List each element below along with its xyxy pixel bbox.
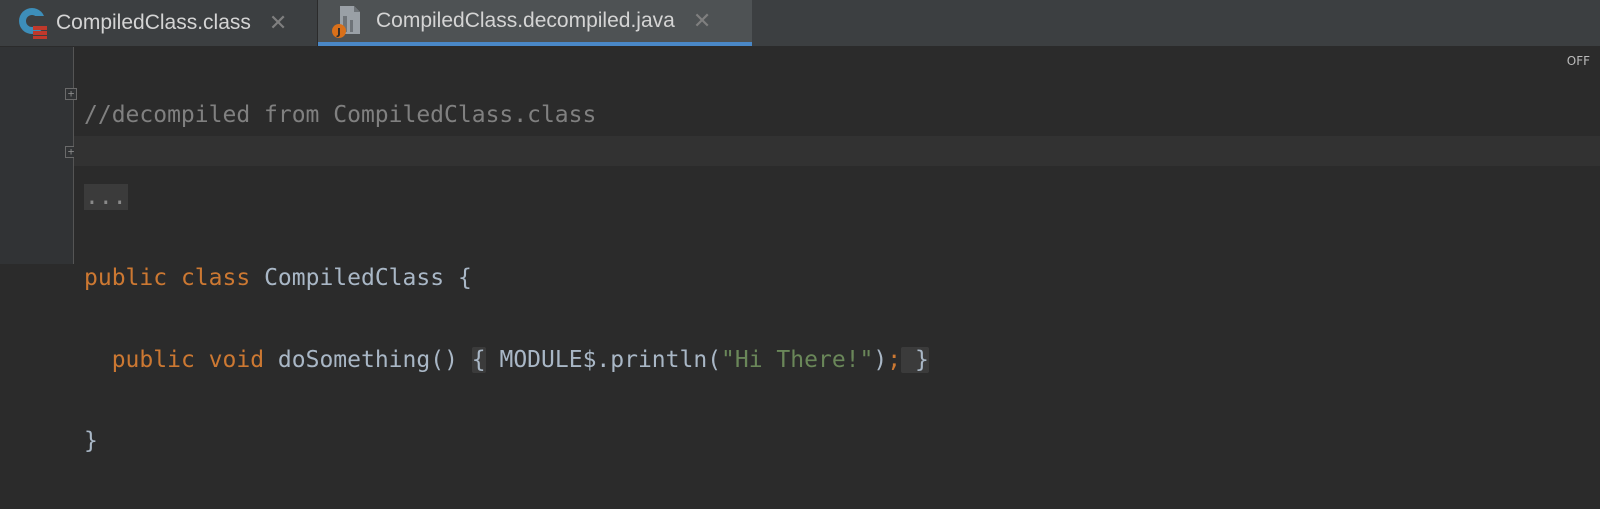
java-file-icon: J <box>330 4 364 38</box>
method-call: MODULE$.println( <box>485 346 722 373</box>
keyword: public <box>84 265 168 291</box>
keyword: public <box>111 346 195 373</box>
method-call-end: ) <box>873 346 888 373</box>
semicolon: ; <box>887 346 902 373</box>
keyword: void <box>208 346 265 373</box>
folded-imports[interactable]: ... <box>84 183 128 210</box>
class-name: CompiledClass <box>264 265 445 291</box>
editor-gutter: + + <box>0 47 77 264</box>
tab-label: CompiledClass.decompiled.java <box>376 9 675 32</box>
comment: //decompiled from CompiledClass.class <box>84 102 597 128</box>
code-content[interactable]: //decompiled from CompiledClass.class ..… <box>84 47 929 509</box>
brace: } <box>914 346 929 373</box>
brace: } <box>84 428 98 454</box>
code-editor[interactable]: + + OFF //decompiled from CompiledClass.… <box>0 47 1600 454</box>
code-line: ... <box>84 183 929 213</box>
code-line: public void doSomething() { MODULE$.prin… <box>84 346 929 376</box>
scala-class-icon <box>17 6 51 40</box>
status-off-label: OFF <box>1566 54 1590 68</box>
keyword: class <box>180 265 251 291</box>
method-signature: doSomething() <box>277 346 458 373</box>
tab-compiled-class[interactable]: CompiledClass.class ✕ <box>0 0 318 46</box>
brace: { <box>457 265 472 291</box>
close-icon[interactable]: ✕ <box>269 12 287 34</box>
tab-label: CompiledClass.class <box>56 11 251 34</box>
fold-expand-icon[interactable]: + <box>65 88 77 100</box>
svg-text:J: J <box>336 27 341 38</box>
code-line: public class CompiledClass { <box>84 264 929 294</box>
code-line: } <box>84 427 929 457</box>
fold-region-end[interactable]: } <box>901 346 929 373</box>
tab-decompiled-java[interactable]: J CompiledClass.decompiled.java ✕ <box>318 0 752 46</box>
string-literal: "Hi There!" <box>721 346 874 373</box>
code-line: //decompiled from CompiledClass.class <box>84 101 929 131</box>
fold-region-start[interactable]: { <box>471 346 486 373</box>
close-icon[interactable]: ✕ <box>693 10 711 32</box>
editor-tab-bar: CompiledClass.class ✕ J CompiledClass.de… <box>0 0 1600 47</box>
